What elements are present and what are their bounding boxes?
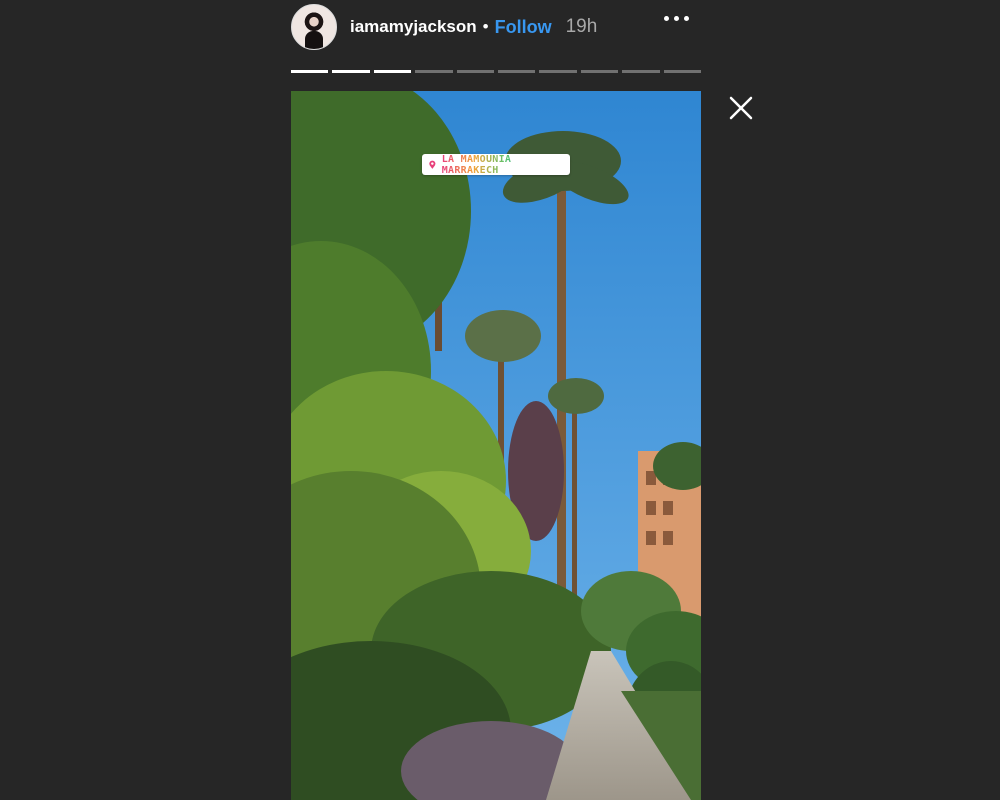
location-pin-icon <box>429 160 436 169</box>
close-icon[interactable] <box>727 94 755 122</box>
username-link[interactable]: iamamyjackson <box>350 17 477 37</box>
story-media[interactable]: LA MAMOUNIA MARRAKECH <box>291 91 701 800</box>
progress-segment <box>291 70 329 73</box>
progress-segment <box>622 70 660 73</box>
story-progress-bar <box>291 70 702 73</box>
progress-segment <box>580 70 619 73</box>
progress-segment <box>332 70 370 73</box>
progress-segment <box>539 70 577 73</box>
progress-segment <box>415 70 453 73</box>
separator-dot: • <box>482 17 489 36</box>
location-sticker[interactable]: LA MAMOUNIA MARRAKECH <box>422 154 570 176</box>
progress-segment <box>663 70 702 73</box>
more-options-icon[interactable] <box>664 16 689 21</box>
story-header: iamamyjackson • Follow 19h <box>291 4 701 50</box>
progress-segment <box>373 70 412 73</box>
profile-avatar[interactable] <box>291 4 337 50</box>
story-photo <box>291 91 701 800</box>
progress-segment <box>498 70 536 73</box>
post-timestamp: 19h <box>565 16 598 37</box>
follow-button[interactable]: Follow <box>495 17 552 38</box>
location-name: LA MAMOUNIA MARRAKECH <box>442 154 570 176</box>
progress-segment <box>456 70 495 73</box>
